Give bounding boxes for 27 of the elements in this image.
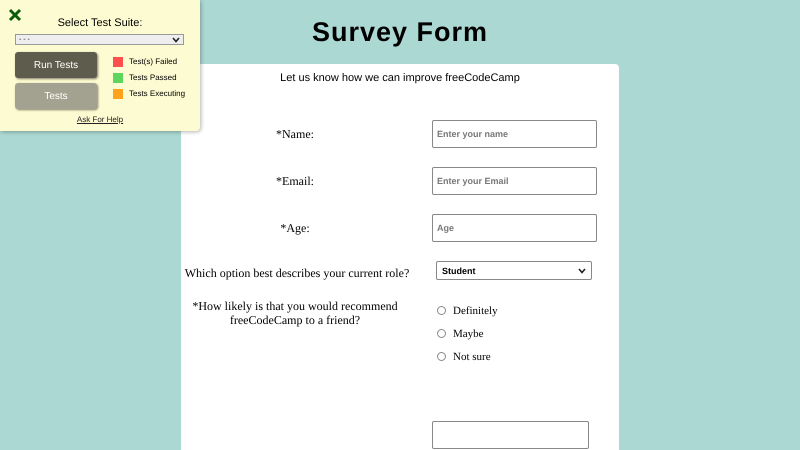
caret-icon <box>578 268 586 274</box>
panel-heading: Select Test Suite: <box>56 17 144 31</box>
radio-label[interactable]: Not sure <box>453 350 491 362</box>
field-label: *Age: <box>279 220 311 235</box>
legend-label: Test(s) Failed <box>129 57 178 66</box>
legend-label: Tests Passed <box>129 73 177 82</box>
run-tests-button[interactable]: Run Tests <box>15 52 97 78</box>
close-icon[interactable] <box>8 8 22 22</box>
field-label: Which option best describes your current role? <box>184 265 410 280</box>
text-field[interactable]: Enter your name <box>432 120 597 148</box>
radio-button[interactable] <box>437 306 446 315</box>
text-field[interactable]: Age <box>432 214 597 242</box>
radio-label[interactable]: Maybe <box>453 328 484 340</box>
radio-button[interactable] <box>437 329 446 338</box>
caret-icon <box>172 36 180 42</box>
field-label: *Email: <box>275 173 315 188</box>
text-field[interactable]: Enter your Email <box>432 167 597 195</box>
page-title: Survey Form <box>312 16 488 48</box>
form-description: Let us know how we can improve freeCodeCamp <box>279 72 521 84</box>
radio-label[interactable]: Definitely <box>453 304 498 316</box>
text-field[interactable] <box>432 421 589 449</box>
role-dropdown[interactable]: Student <box>436 261 592 280</box>
radio-button[interactable] <box>437 352 446 361</box>
field-label: *Name: <box>275 126 315 141</box>
legend-label: Tests Executing <box>129 89 186 98</box>
help-link[interactable]: Ask For Help <box>76 115 124 124</box>
field-label: *How likely is that you would recommend freeCodeCamp to a friend? <box>191 299 399 327</box>
